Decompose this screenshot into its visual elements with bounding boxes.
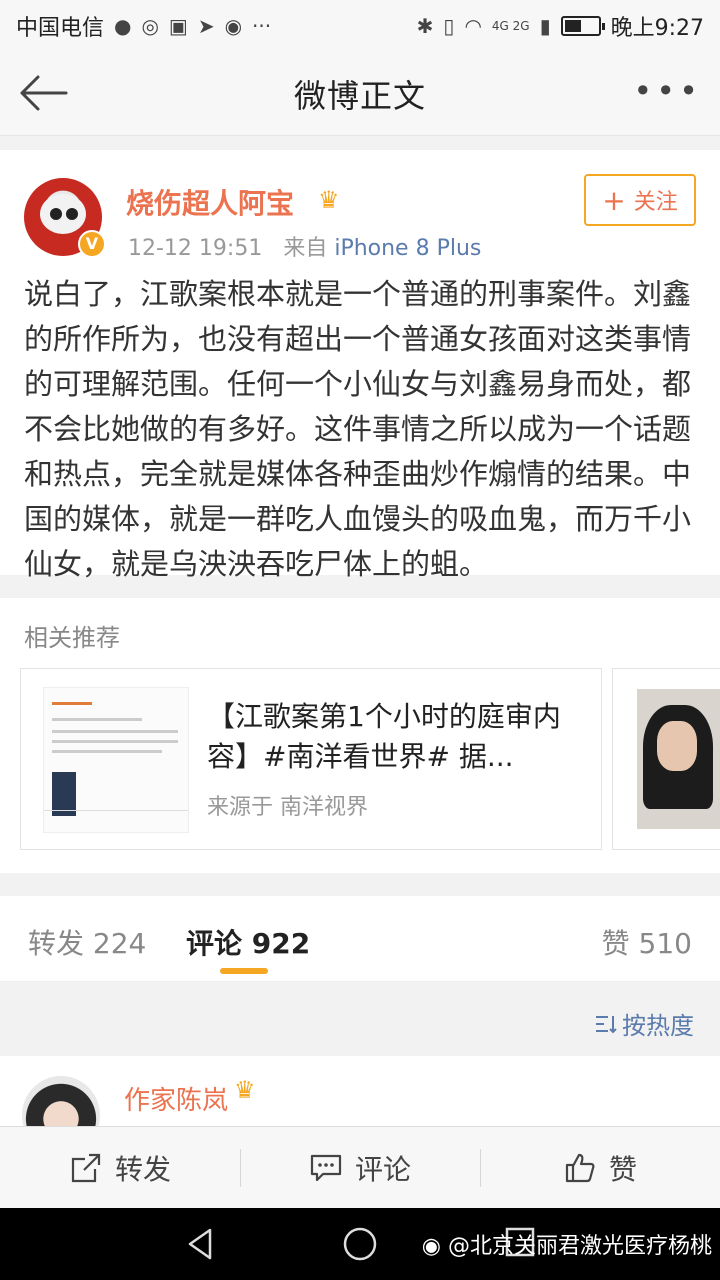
thumb-line: [52, 730, 178, 733]
active-tab-indicator: [220, 968, 268, 974]
system-nav-bar: ◉ @北京关丽君激光医疗杨桃: [0, 1208, 720, 1280]
verified-badge: V: [78, 230, 106, 258]
wifi-icon: ◠: [464, 14, 482, 38]
related-title: 相关推荐: [24, 624, 120, 652]
recommendation-thumbnail: [43, 687, 189, 833]
commenter-name[interactable]: 作家陈岚: [124, 1080, 228, 1117]
commenter-avatar[interactable]: [22, 1076, 100, 1126]
author-name[interactable]: 烧伤超人阿宝: [126, 182, 294, 222]
recommendation-card-2[interactable]: [612, 668, 720, 850]
crown-icon: ♛: [234, 1076, 256, 1104]
crown-icon: ♛: [318, 186, 340, 214]
tab-like[interactable]: 赞 510: [602, 922, 692, 962]
weibo-icon: ◉: [421, 1234, 441, 1259]
network-label: 4G 2G: [491, 19, 530, 33]
avatar-eye-left: [50, 208, 62, 220]
top-nav-bar: 微博正文 •••: [0, 52, 720, 136]
vibrate-icon: ▯: [443, 14, 455, 38]
back-button[interactable]: [18, 70, 72, 116]
repost-icon: [71, 1153, 101, 1182]
thumb-line: [52, 750, 162, 753]
thumb-bar: [44, 810, 188, 832]
app-icon: ◎: [141, 14, 159, 38]
thumb-line: [52, 718, 142, 721]
nav-home-icon[interactable]: [342, 1226, 378, 1262]
signal-icon: ▮: [539, 14, 551, 38]
baidu-icon: ▣: [168, 14, 188, 38]
more-icon: •••: [633, 72, 702, 110]
battery-icon: [560, 16, 605, 36]
post-device[interactable]: iPhone 8 Plus: [334, 236, 481, 261]
avatar-eye-right: [66, 208, 78, 220]
bluetooth-icon: ✱: [416, 14, 434, 38]
comment-item: 作家陈岚 ♛: [0, 1056, 720, 1126]
back-arrow-icon: [20, 75, 68, 111]
more-notifications-icon: ···: [252, 14, 272, 38]
interaction-tabs: 转发 224 评论 922 赞 510: [0, 896, 720, 982]
page-title: 微博正文: [293, 76, 426, 115]
sort-bar: 按热度: [0, 990, 720, 1052]
post-meta: 12-12 19:51 来自 iPhone 8 Plus: [128, 230, 481, 262]
tab-comment[interactable]: 评论 922: [186, 922, 310, 962]
status-bar: 中国电信 ● ◎ ▣ ➤ ◉ ··· ✱ ▯ ◠ 4G 2G ▮ 晚上9:27: [0, 0, 720, 52]
bottom-toolbar: 转发 评论 赞: [0, 1126, 720, 1208]
follow-label: 关注: [633, 190, 678, 215]
weibo-post: V 烧伤超人阿宝 ♛ 12-12 19:51 来自 iPhone 8 Plus …: [0, 150, 720, 581]
recommendation-source: 来源于 南洋视界: [207, 795, 368, 820]
carrier-label: 中国电信: [16, 16, 105, 41]
watermark-text: @北京关丽君激光医疗杨桃: [447, 1234, 712, 1259]
related-recommendations: 相关推荐 【江歌案第1个小时的庭审内容】#南洋看世界# 据... 来源于 南洋视…: [0, 598, 720, 873]
post-body-text: 说白了，江歌案根本就是一个普通的刑事案件。刘鑫的所作所为，也没有超出一个普通女孩…: [24, 277, 692, 581]
photo-face: [657, 721, 697, 771]
plus-icon: +: [602, 183, 626, 217]
like-button[interactable]: 赞: [480, 1127, 720, 1208]
send-icon: ➤: [197, 14, 215, 38]
thumb-line: [52, 740, 178, 743]
source-prefix: 来自: [283, 236, 328, 261]
nav-back-icon[interactable]: [184, 1226, 216, 1262]
follow-button[interactable]: + 关注: [584, 174, 696, 226]
tab-repost[interactable]: 转发 224: [28, 922, 146, 962]
weibo-watermark: ◉ @北京关丽君激光医疗杨桃: [422, 1228, 712, 1260]
comment-icon: [310, 1154, 342, 1181]
recommendation-headline: 【江歌案第1个小时的庭审内容】#南洋看世界# 据...: [207, 700, 561, 773]
thumb-line: [52, 702, 92, 705]
sort-label: 按热度: [622, 1012, 694, 1040]
post-date: 12-12 19:51: [128, 236, 263, 261]
sort-icon: [596, 1015, 617, 1033]
comment-button[interactable]: 评论: [240, 1127, 480, 1208]
clock: 晚上9:27: [610, 16, 704, 41]
like-label: 赞: [608, 1152, 637, 1186]
wechat-icon: ●: [114, 14, 132, 38]
more-button[interactable]: •••: [633, 72, 702, 110]
author-avatar[interactable]: V: [24, 178, 106, 258]
like-icon: [565, 1153, 595, 1182]
comment-label: 评论: [354, 1152, 411, 1186]
repost-button[interactable]: 转发: [0, 1127, 240, 1208]
weibo-status-icon: ◉: [224, 14, 243, 38]
repost-label: 转发: [114, 1152, 171, 1186]
recommendation-card[interactable]: 【江歌案第1个小时的庭审内容】#南洋看世界# 据... 来源于 南洋视界: [20, 668, 602, 850]
sort-by-hot-button[interactable]: 按热度: [594, 1006, 694, 1041]
avatar-face: [40, 194, 86, 234]
